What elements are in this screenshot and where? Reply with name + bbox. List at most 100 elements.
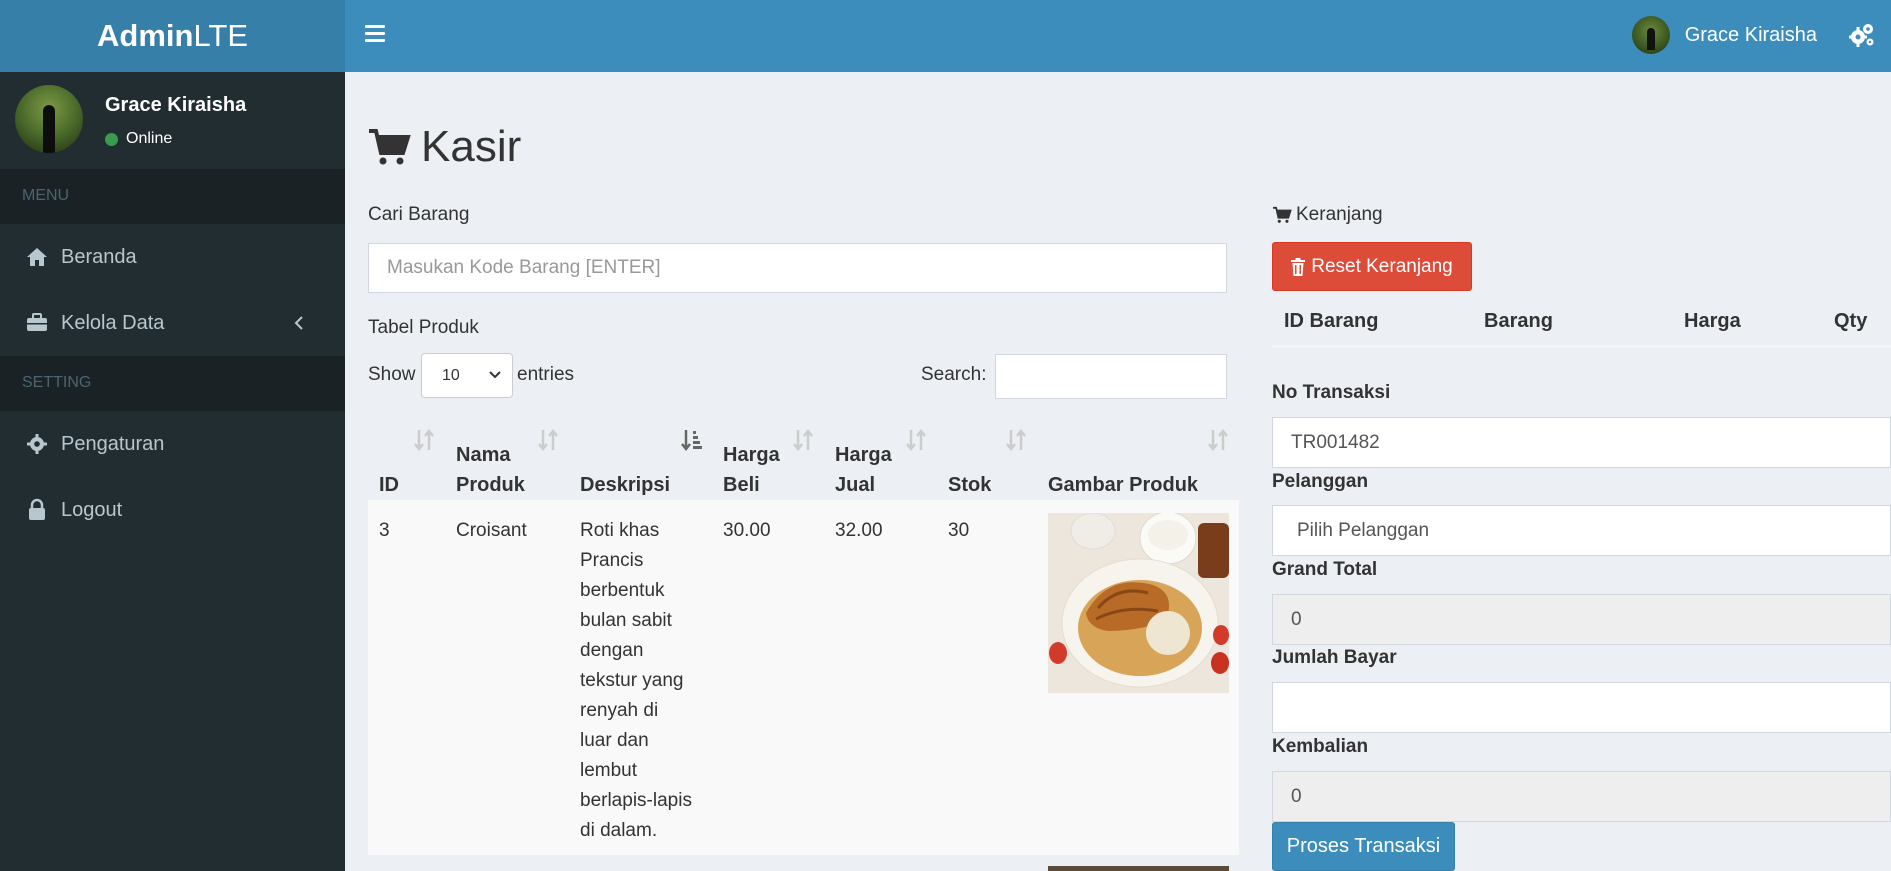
table-search-label: Search: <box>921 364 987 385</box>
search-label: Cari Barang <box>368 204 470 225</box>
column-header-harga-jual[interactable]: Harga Jual <box>824 418 937 500</box>
home-icon <box>27 248 47 266</box>
jumlah-bayar-field[interactable] <box>1272 682 1891 733</box>
column-header-nama-produk[interactable]: Nama Produk <box>445 418 569 500</box>
online-dot-icon <box>105 132 118 146</box>
column-header-id[interactable]: ID <box>368 418 445 500</box>
cart-column-qty: Qty <box>1834 310 1868 332</box>
section-header-setting: SETTING <box>0 356 345 411</box>
sidebar-item-label: Kelola Data <box>61 311 165 334</box>
column-label: Stok <box>948 474 992 496</box>
briefcase-icon <box>27 313 47 331</box>
nav-user-name: Grace Kiraisha <box>1684 23 1817 46</box>
column-header-stok[interactable]: Stok <box>937 418 1037 500</box>
no-transaksi-field[interactable]: TR001482 <box>1272 417 1891 468</box>
entries-label: entries <box>517 364 575 385</box>
status-badge: Online <box>105 130 172 148</box>
column-header-harga-beli[interactable]: Harga Beli <box>712 418 824 500</box>
column-label: ID <box>379 474 399 496</box>
chevron-down-icon <box>489 371 501 379</box>
gear-icon <box>27 434 47 454</box>
sort-icon <box>538 428 558 452</box>
grand-total-label: Grand Total <box>1272 559 1378 580</box>
grand-total-field: 0 <box>1272 594 1891 645</box>
sort-icon <box>1006 428 1026 452</box>
shopping-cart-icon <box>369 129 411 165</box>
column-label: Gambar Produk <box>1048 474 1199 496</box>
sidebar-item-label: Logout <box>61 498 123 521</box>
jumlah-bayar-label: Jumlah Bayar <box>1272 647 1397 668</box>
page-title-text: Kasir <box>421 122 522 171</box>
no-transaksi-label: No Transaksi <box>1272 382 1391 403</box>
cell-nama-produk: Croisant <box>456 520 527 541</box>
cell-harga-jual: 32.00 <box>835 520 883 541</box>
top-navbar: Grace Kiraisha <box>345 0 1891 72</box>
sidebar-toggle-icon[interactable] <box>365 25 385 43</box>
table-label: Tabel Produk <box>368 317 479 338</box>
sort-icon <box>793 428 813 452</box>
reset-cart-label: Reset Keranjang <box>1311 255 1453 277</box>
proses-transaksi-button[interactable]: Proses Transaksi <box>1272 822 1455 871</box>
gears-icon[interactable] <box>1849 22 1875 48</box>
column-label: Jual <box>835 474 876 496</box>
cart-title-text: Keranjang <box>1296 204 1383 225</box>
show-label: Show <box>368 364 416 385</box>
column-label: Produk <box>456 474 525 496</box>
cell-harga-beli: 30.00 <box>723 520 771 541</box>
user-menu[interactable]: Grace Kiraisha <box>1631 16 1817 54</box>
sidebar: Grace Kiraisha Online MENU Beranda Kelol… <box>0 72 345 871</box>
section-header-menu: MENU <box>0 169 345 224</box>
table-search-input[interactable] <box>995 354 1227 399</box>
cell-stok: 30 <box>948 520 970 541</box>
lock-icon <box>29 498 45 520</box>
cart-column-barang: Barang <box>1484 310 1553 332</box>
sidebar-item-kelola-data[interactable]: Kelola Data <box>0 290 345 356</box>
cart-column-harga: Harga <box>1684 310 1741 332</box>
sidebar-item-beranda[interactable]: Beranda <box>0 224 345 290</box>
table-row[interactable]: 3 Croisant Roti khas Prancis berbentuk b… <box>368 500 1239 855</box>
reset-cart-button[interactable]: Reset Keranjang <box>1272 242 1472 291</box>
sidebar-item-label: Beranda <box>61 245 137 268</box>
column-label: Deskripsi <box>580 474 671 496</box>
cart-table-header: ID Barang Barang Harga Qty <box>1272 302 1891 348</box>
column-header-deskripsi[interactable]: Deskripsi <box>569 418 712 500</box>
sort-icon <box>1208 428 1228 452</box>
cart-column-id-barang: ID Barang <box>1284 310 1379 332</box>
table-header: ID Nama Produk Deskripsi Harga Beli Harga J… <box>368 418 1239 500</box>
pelanggan-select[interactable]: Pilih Pelanggan <box>1272 505 1891 556</box>
cell-id: 3 <box>379 520 390 541</box>
entries-select[interactable]: 10 <box>421 353 513 398</box>
chevron-left-icon <box>294 316 303 330</box>
avatar <box>1631 16 1670 54</box>
product-image <box>1048 513 1229 693</box>
sort-icon <box>906 428 926 452</box>
app-logo[interactable]: Admin LTE <box>0 0 345 72</box>
cart-title: Keranjang <box>1272 204 1383 226</box>
column-header-gambar-produk[interactable]: Gambar Produk <box>1037 418 1239 500</box>
product-image <box>1048 866 1229 871</box>
search-input[interactable]: Masukan Kode Barang [ENTER] <box>368 243 1227 293</box>
sort-ascending-icon <box>681 430 702 452</box>
kembalian-label: Kembalian <box>1272 736 1369 757</box>
column-label: Harga <box>723 444 780 466</box>
column-label: Harga <box>835 444 892 466</box>
logo-light: LTE <box>193 18 248 53</box>
cell-deskripsi: Roti khas Prancis berbentuk bulan sabit … <box>580 520 692 841</box>
status-text: Online <box>126 130 173 147</box>
sort-icon <box>414 428 434 452</box>
entries-value: 10 <box>442 366 460 384</box>
kembalian-field: 0 <box>1272 771 1891 822</box>
sidebar-item-logout[interactable]: Logout <box>0 477 345 543</box>
column-label: Beli <box>723 474 760 496</box>
column-label: Nama <box>456 444 511 466</box>
pelanggan-label: Pelanggan <box>1272 471 1369 492</box>
avatar <box>15 85 83 153</box>
sidebar-user-name: Grace Kiraisha <box>105 94 247 116</box>
page-title: Kasir <box>367 122 521 172</box>
trash-icon <box>1291 257 1306 276</box>
sidebar-item-pengaturan[interactable]: Pengaturan <box>0 411 345 477</box>
user-panel: Grace Kiraisha Online <box>0 72 345 169</box>
sidebar-item-label: Pengaturan <box>61 432 165 455</box>
shopping-cart-icon <box>1273 206 1292 223</box>
logo-bold: Admin <box>97 18 194 53</box>
